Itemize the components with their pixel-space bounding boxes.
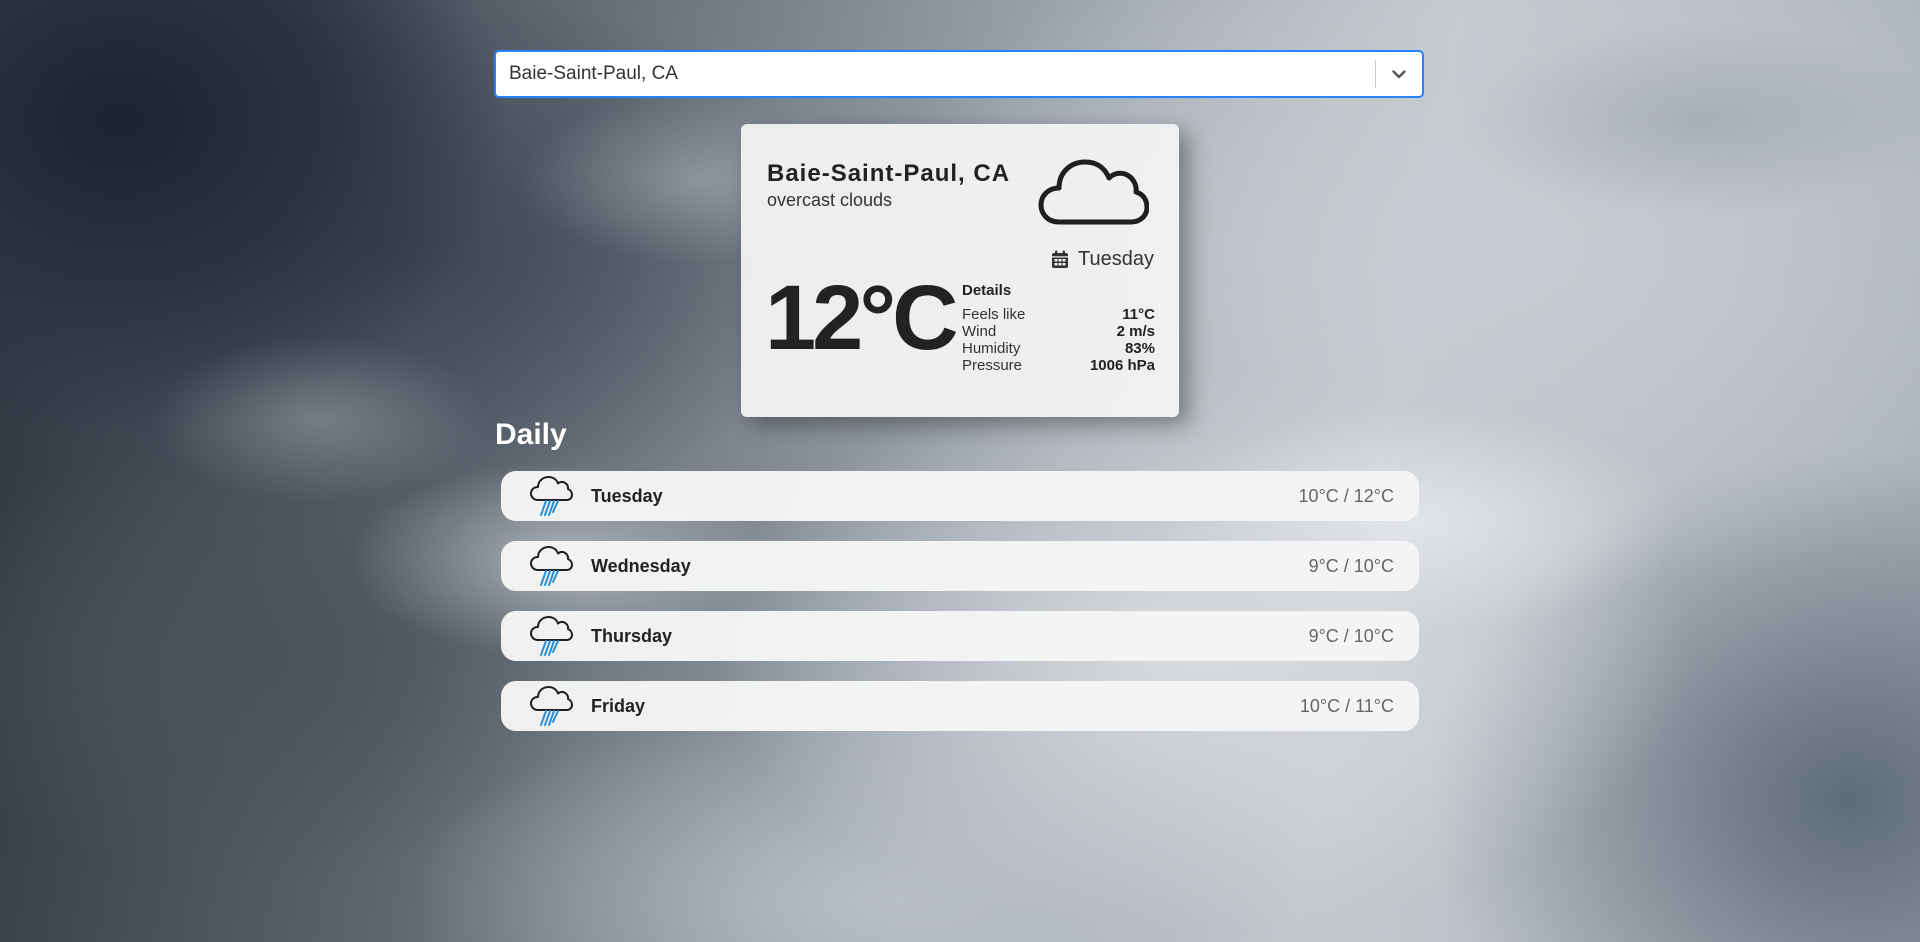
daily-temps: 9°C / 10°C <box>1308 555 1394 576</box>
daily-temps: 10°C / 12°C <box>1298 485 1394 506</box>
detail-row-pressure: Pressure 1006 hPa <box>962 357 1155 374</box>
daily-day-label: Tuesday <box>591 485 663 506</box>
daily-title: Daily <box>495 418 567 451</box>
current-day: Tuesday <box>1051 248 1154 271</box>
detail-label: Pressure <box>962 357 1023 374</box>
location-select[interactable]: Baie-Saint-Paul, CA <box>494 50 1424 98</box>
rain-cloud-icon <box>530 686 573 726</box>
detail-label: Wind <box>962 323 997 340</box>
details-title: Details <box>962 282 1012 299</box>
daily-day-label: Friday <box>591 695 646 716</box>
daily-item-friday[interactable]: Friday 10°C / 11°C <box>501 681 1419 731</box>
daily-day-label: Wednesday <box>591 555 691 576</box>
daily-item-thursday[interactable]: Thursday 9°C / 10°C <box>501 611 1419 661</box>
detail-label: Humidity <box>962 340 1021 357</box>
detail-value: 1006 hPa <box>1089 357 1155 374</box>
detail-value: 11°C <box>1122 306 1155 323</box>
detail-row-wind: Wind 2 m/s <box>962 323 1155 340</box>
city-name: Baie-Saint-Paul, CA <box>767 160 1011 187</box>
daily-temps: 9°C / 10°C <box>1308 625 1394 646</box>
weather-details: Details Feels like 11°C Wind 2 m/s Humid… <box>962 282 1155 374</box>
daily-forecast-list: Tuesday 10°C / 12°C Wednesday 9°C / 10°C… <box>501 471 1419 751</box>
chevron-down-icon[interactable] <box>1376 52 1422 96</box>
weather-description: overcast clouds <box>767 190 893 210</box>
detail-value: 83% <box>1124 340 1155 357</box>
current-day-label: Tuesday <box>1078 248 1154 270</box>
detail-row-feels-like: Feels like 11°C <box>962 306 1155 323</box>
current-temperature: 12°C <box>765 267 959 369</box>
rain-cloud-icon <box>530 546 573 586</box>
calendar-icon <box>1052 250 1069 268</box>
location-select-value[interactable]: Baie-Saint-Paul, CA <box>496 63 1375 85</box>
daily-temps: 10°C / 11°C <box>1299 695 1394 716</box>
cloud-icon <box>1038 159 1149 225</box>
daily-day-label: Thursday <box>591 625 673 646</box>
daily-item-wednesday[interactable]: Wednesday 9°C / 10°C <box>501 541 1419 591</box>
detail-row-humidity: Humidity 83% <box>962 340 1155 357</box>
detail-value: 2 m/s <box>1116 323 1155 340</box>
rain-cloud-icon <box>530 476 573 516</box>
current-weather-card: Baie-Saint-Paul, CA overcast clouds Tues… <box>741 124 1179 417</box>
daily-item-tuesday[interactable]: Tuesday 10°C / 12°C <box>501 471 1419 521</box>
rain-cloud-icon <box>530 616 573 656</box>
detail-label: Feels like <box>962 306 1026 323</box>
